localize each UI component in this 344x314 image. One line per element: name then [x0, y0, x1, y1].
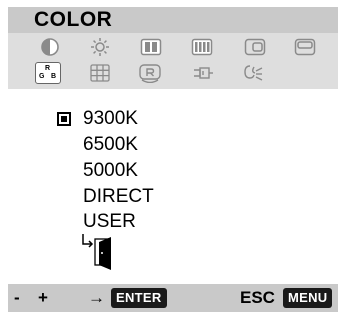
- menu-title: COLOR: [34, 8, 113, 31]
- h-position-icon[interactable]: [138, 36, 164, 58]
- option-direct[interactable]: DIRECT: [83, 186, 154, 208]
- contrast-icon[interactable]: [37, 36, 63, 58]
- option-6500k[interactable]: 6500K: [83, 134, 138, 156]
- grid-geometry-icon[interactable]: [87, 62, 113, 84]
- rgb-letter-g: G: [39, 73, 45, 80]
- menu-key[interactable]: MENU: [283, 288, 333, 308]
- h-size-icon[interactable]: [242, 36, 268, 58]
- language-icon[interactable]: [241, 62, 267, 84]
- arrow-right-icon: →: [88, 288, 105, 307]
- bottom-key-bar: - + → ENTER ESC MENU: [8, 284, 338, 312]
- degauss-icon[interactable]: [190, 62, 216, 84]
- title-bar: COLOR: [8, 7, 338, 33]
- rgb-color-icon[interactable]: R G B: [35, 62, 61, 84]
- v-size-icon[interactable]: [292, 36, 318, 58]
- plus-key[interactable]: +: [38, 284, 48, 312]
- brightness-icon[interactable]: [87, 36, 113, 58]
- option-user[interactable]: USER: [83, 211, 136, 233]
- rgb-letter-b: B: [51, 73, 57, 80]
- minus-key[interactable]: -: [14, 284, 20, 312]
- option-9300k[interactable]: 9300K: [83, 108, 138, 130]
- reset-icon[interactable]: [137, 62, 163, 84]
- esc-key[interactable]: ESC: [240, 284, 275, 312]
- exit-option[interactable]: [80, 232, 130, 272]
- exit-door-icon: [82, 234, 111, 270]
- icon-panel: R G B: [8, 33, 338, 89]
- rgb-letter-r: R: [45, 65, 51, 72]
- v-position-icon[interactable]: [189, 36, 215, 58]
- osd-menu: COLOR R G B 9300K 6500K 5000K DIRECT USE…: [0, 0, 344, 314]
- option-5000k[interactable]: 5000K: [83, 160, 138, 182]
- enter-key[interactable]: ENTER: [111, 288, 167, 308]
- selected-option-indicator: [57, 112, 71, 126]
